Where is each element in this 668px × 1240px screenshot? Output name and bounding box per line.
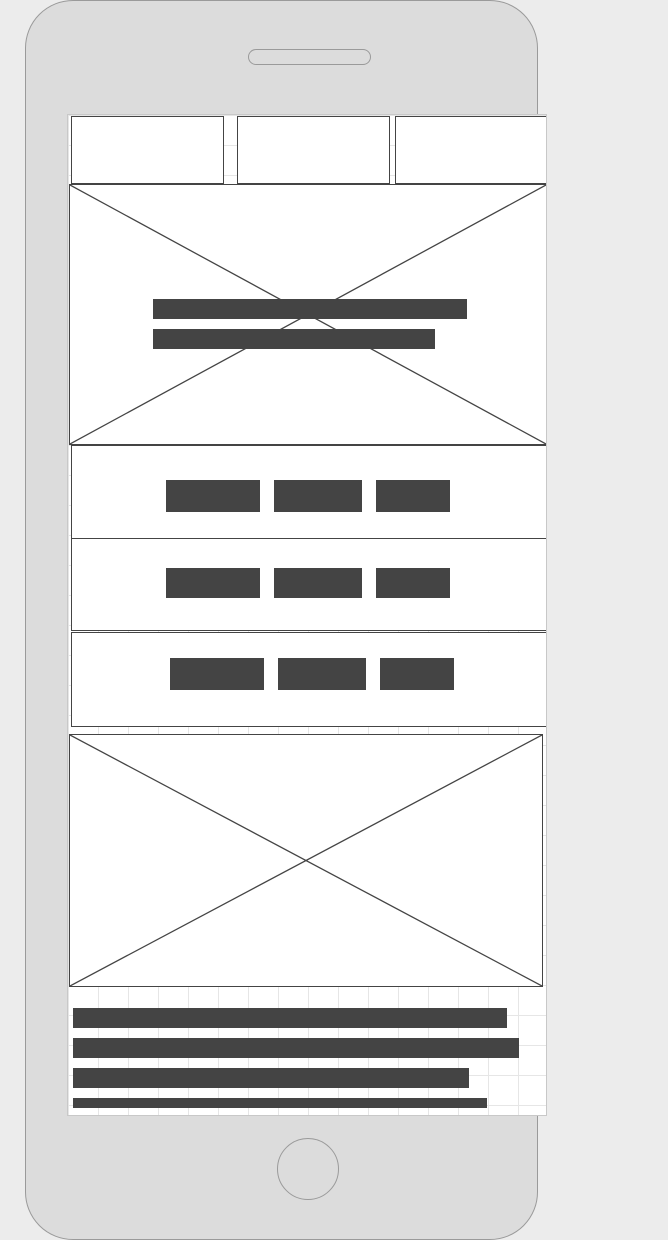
body-text-line-3	[73, 1068, 469, 1088]
menu-row-3-button-1[interactable]	[170, 658, 264, 690]
menu-row-1	[71, 445, 546, 539]
hero-headline-line-1	[153, 299, 467, 319]
menu-row-3-button-2[interactable]	[278, 658, 366, 690]
hero-image-placeholder	[69, 184, 546, 445]
tab-3[interactable]	[395, 116, 546, 184]
image-placeholder-icon	[70, 735, 542, 986]
menu-row-2-button-1[interactable]	[166, 568, 260, 598]
menu-row-1-button-1[interactable]	[166, 480, 260, 512]
body-text-line-1	[73, 1008, 507, 1028]
home-button-icon[interactable]	[277, 1138, 339, 1200]
menu-row-2-button-2[interactable]	[274, 568, 362, 598]
screen	[67, 114, 547, 1116]
tab-2[interactable]	[237, 116, 390, 184]
content-image-placeholder	[69, 734, 543, 987]
menu-row-1-button-2[interactable]	[274, 480, 362, 512]
hero-headline-line-2	[153, 329, 435, 349]
menu-row-2	[71, 538, 546, 631]
menu-row-3	[71, 632, 546, 727]
menu-row-2-button-3[interactable]	[376, 568, 450, 598]
body-text-line-4	[73, 1098, 487, 1108]
phone-frame	[25, 0, 547, 1240]
menu-row-3-button-3[interactable]	[380, 658, 454, 690]
body-text-line-2	[73, 1038, 519, 1058]
menu-row-1-button-3[interactable]	[376, 480, 450, 512]
tab-1[interactable]	[71, 116, 224, 184]
speaker-icon	[248, 49, 371, 65]
